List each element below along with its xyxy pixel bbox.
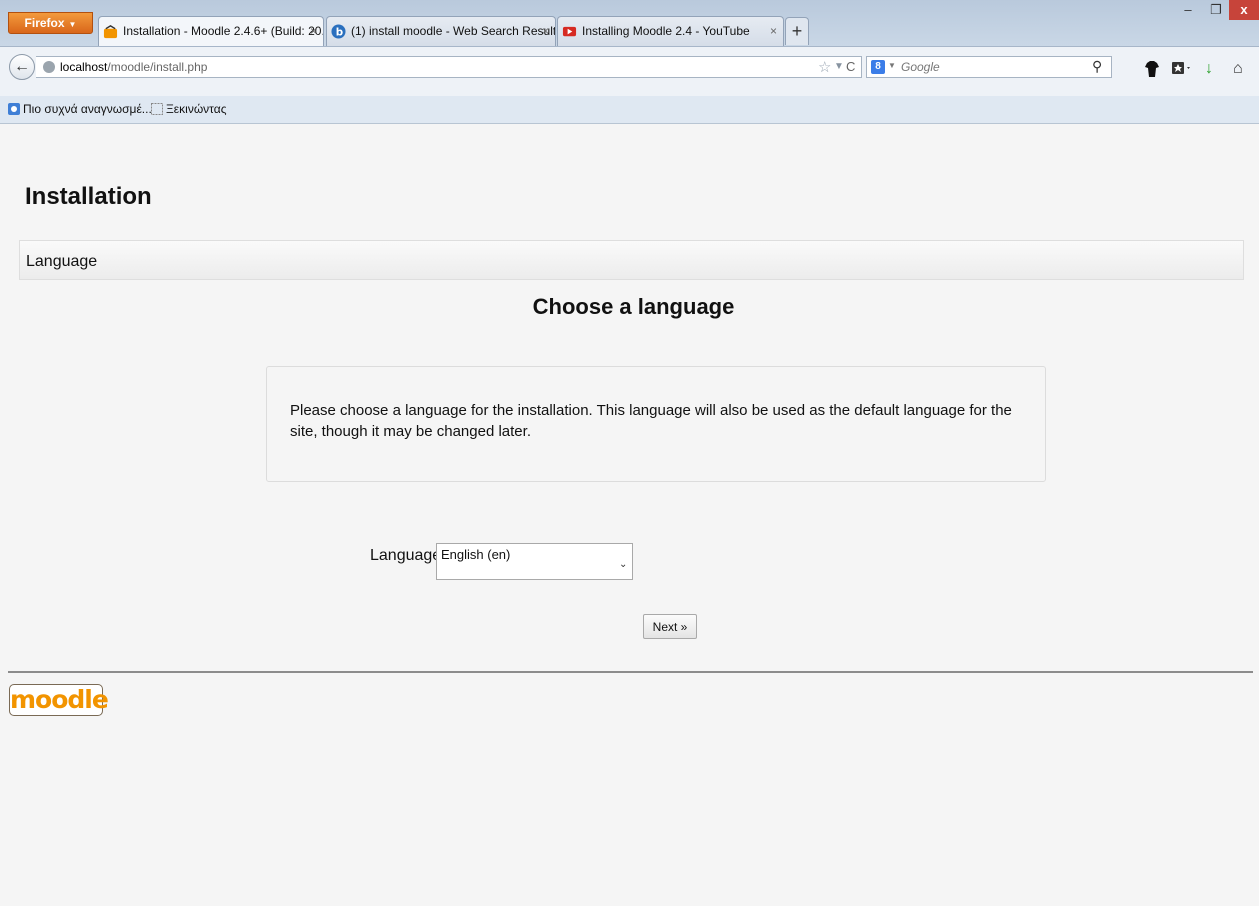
moodle-logo-text: moodle bbox=[10, 685, 109, 714]
language-select-value: English (en) bbox=[441, 547, 511, 562]
chevron-down-icon: ▼ bbox=[68, 20, 77, 29]
bookmark-label: Ξεκινώντας bbox=[166, 102, 227, 116]
tab-youtube[interactable]: Installing Moodle 2.4 - YouTube × bbox=[557, 16, 784, 46]
browser-titlebar: Firefox ▼ Installation - Moodle 2.4.6+ (B… bbox=[0, 0, 1259, 46]
tab-title: (1) install moodle - Web Search Results bbox=[351, 24, 556, 38]
close-icon[interactable]: × bbox=[310, 17, 317, 45]
youtube-icon bbox=[562, 26, 577, 37]
info-text: Please choose a language for the install… bbox=[290, 402, 1012, 440]
home-icon[interactable]: ⌂ bbox=[1233, 61, 1243, 77]
tab-title: Installing Moodle 2.4 - YouTube bbox=[582, 24, 750, 38]
globe-icon bbox=[43, 61, 55, 73]
restore-icon[interactable]: ❐ bbox=[1203, 0, 1229, 20]
moodle-icon bbox=[103, 25, 118, 39]
footer-divider bbox=[8, 671, 1253, 673]
back-arrow-icon[interactable]: ← bbox=[9, 54, 35, 80]
choose-language-heading: Choose a language bbox=[532, 294, 735, 319]
bookmarks-toolbar: Πιο συχνά αναγνωσμέ... Ξεκινώντας bbox=[0, 96, 1259, 124]
section-header-label: Language bbox=[26, 253, 98, 270]
navigation-toolbar: ← localhost/moodle/install.php ☆ ▼ C 8 ▼… bbox=[0, 46, 1259, 96]
window-close-icon[interactable]: x bbox=[1229, 0, 1259, 20]
reload-icon[interactable]: C bbox=[846, 59, 855, 74]
language-select[interactable]: English (en) ⌄ bbox=[436, 543, 633, 580]
search-engine-dropdown-icon[interactable]: ▼ bbox=[888, 61, 896, 70]
history-dropdown-icon[interactable]: ▼ bbox=[834, 61, 844, 72]
page-content: Installation Language Choose a language … bbox=[0, 124, 1259, 906]
tab-title: Installation - Moodle 2.4.6+ (Build: 20.… bbox=[123, 24, 324, 38]
info-box: Please choose a language for the install… bbox=[266, 366, 1046, 482]
bing-icon: b bbox=[331, 24, 346, 39]
minimize-icon[interactable]: – bbox=[1175, 0, 1201, 20]
bookmark-getting-started[interactable]: Ξεκινώντας bbox=[151, 102, 226, 116]
url-path: /moodle/install.php bbox=[107, 60, 208, 74]
new-tab-button[interactable]: + bbox=[785, 17, 809, 45]
firefox-menu-label: Firefox bbox=[24, 16, 65, 30]
google-icon[interactable]: 8 bbox=[871, 60, 885, 74]
bookmarks-menu-icon[interactable] bbox=[1172, 61, 1194, 79]
moodle-logo[interactable]: moodle bbox=[9, 684, 109, 716]
page-title: Installation bbox=[25, 183, 152, 210]
url-bar[interactable]: localhost/moodle/install.php ☆ ▼ C bbox=[36, 56, 862, 78]
url-host: localhost bbox=[60, 60, 108, 74]
next-button[interactable]: Next » bbox=[643, 614, 697, 639]
section-header: Language bbox=[19, 240, 1244, 280]
search-placeholder: Google bbox=[901, 60, 940, 74]
firefox-menu-button[interactable]: Firefox ▼ bbox=[8, 12, 93, 34]
bookmark-star-icon[interactable]: ☆ bbox=[818, 58, 831, 76]
search-icon[interactable]: ⚲ bbox=[1092, 58, 1102, 75]
download-arrow-icon[interactable]: ↓ bbox=[1205, 61, 1213, 77]
addon-shirt-icon[interactable] bbox=[1145, 61, 1159, 81]
bookmark-label: Πιο συχνά αναγνωσμέ... bbox=[23, 102, 152, 116]
url-text: localhost/moodle/install.php bbox=[60, 60, 207, 74]
tab-installation[interactable]: Installation - Moodle 2.4.6+ (Build: 20.… bbox=[98, 16, 324, 46]
chevron-down-icon[interactable]: ⌄ bbox=[619, 559, 627, 570]
bookmark-blue-icon bbox=[8, 103, 20, 115]
search-bar[interactable]: 8 ▼ Google ⚲ bbox=[866, 56, 1112, 78]
bookmark-most-visited[interactable]: Πιο συχνά αναγνωσμέ... bbox=[8, 102, 152, 116]
svg-text:b: b bbox=[336, 26, 343, 38]
close-icon[interactable]: × bbox=[770, 17, 777, 45]
close-icon[interactable]: × bbox=[542, 17, 549, 45]
tab-web-search[interactable]: b (1) install moodle - Web Search Result… bbox=[326, 16, 556, 46]
language-label: Language bbox=[370, 547, 442, 564]
bookmark-folder-icon bbox=[151, 103, 163, 115]
